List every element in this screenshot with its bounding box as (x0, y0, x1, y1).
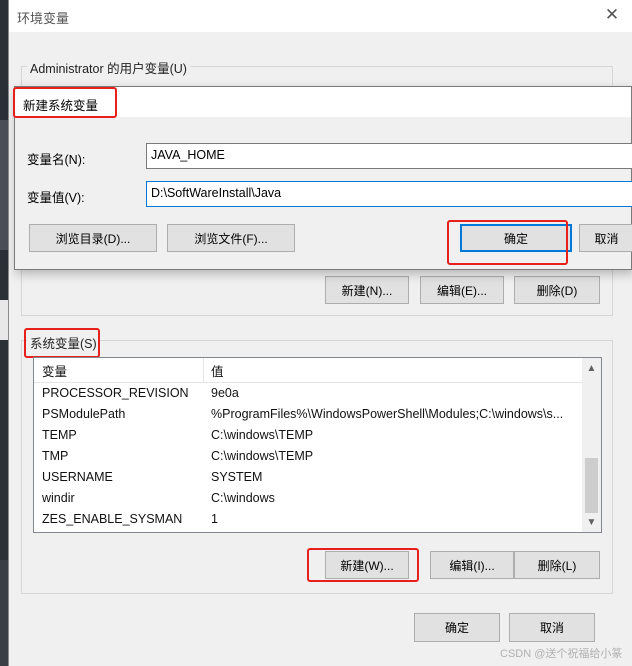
highlight-system-label (24, 328, 100, 358)
table-row[interactable]: PROCESSOR_REVISION 9e0a (34, 383, 582, 404)
browse-directory-button[interactable]: 浏览目录(D)... (29, 224, 157, 252)
window-title: 环境变量 (17, 11, 70, 26)
scroll-thumb[interactable] (585, 458, 598, 513)
system-delete-button[interactable]: 删除(L) (514, 551, 600, 579)
variable-name: PSModulePath (42, 407, 126, 421)
window-title-bar: 环境变量 ✕ (9, 0, 632, 32)
variable-value-label: 变量值(V): (27, 191, 85, 205)
list-header: 变量 值 (34, 358, 582, 383)
watermark: CSDN @送个祝福给小篆 (500, 648, 623, 660)
variable-value: C:\windows (211, 491, 275, 505)
system-edit-button[interactable]: 编辑(I)... (430, 551, 514, 579)
user-new-button[interactable]: 新建(N)... (325, 276, 409, 304)
highlight-dialog-title (13, 87, 117, 118)
variable-name: ZES_ENABLE_SYSMAN (42, 512, 183, 526)
variable-value: 9e0a (211, 386, 239, 400)
highlight-system-new (307, 548, 419, 582)
variable-value: 1 (211, 512, 218, 526)
browse-file-button[interactable]: 浏览文件(F)... (167, 224, 295, 252)
variable-name: TEMP (42, 428, 77, 442)
variable-name: PROCESSOR_REVISION (42, 386, 189, 400)
vertical-scrollbar[interactable]: ▲ ▼ (582, 358, 601, 532)
variable-name: USERNAME (42, 470, 113, 484)
variable-value-input[interactable]: D:\SoftWareInstall\Java (146, 181, 632, 207)
system-variables-list[interactable]: 变量 值 PROCESSOR_REVISION 9e0a PSModulePat… (33, 357, 602, 533)
user-delete-button[interactable]: 删除(D) (514, 276, 600, 304)
user-edit-button[interactable]: 编辑(E)... (420, 276, 504, 304)
table-row[interactable]: USERNAME SYSTEM (34, 467, 582, 488)
variable-name-label: 变量名(N): (27, 153, 86, 167)
table-row[interactable]: PSModulePath %ProgramFiles%\WindowsPower… (34, 404, 582, 425)
column-header-value[interactable]: 值 (211, 361, 224, 380)
variable-value: C:\windows\TEMP (211, 449, 314, 463)
variable-value: SYSTEM (211, 470, 263, 484)
variable-value: %ProgramFiles%\WindowsPowerShell\Modules… (211, 407, 564, 421)
column-header-variable[interactable]: 变量 (42, 361, 67, 380)
variable-name-input[interactable]: JAVA_HOME (146, 143, 632, 169)
chevron-down-icon[interactable]: ▼ (582, 514, 601, 531)
table-row[interactable]: TEMP C:\windows\TEMP (34, 425, 582, 446)
chevron-up-icon[interactable]: ▲ (582, 360, 601, 377)
main-ok-button[interactable]: 确定 (414, 613, 500, 642)
variable-value: C:\windows\TEMP (211, 428, 314, 442)
user-variables-label: Administrator 的用户变量(U) (27, 58, 190, 77)
main-cancel-button[interactable]: 取消 (509, 613, 595, 642)
table-row[interactable]: ZES_ENABLE_SYSMAN 1 (34, 509, 582, 530)
table-row[interactable]: windir C:\windows (34, 488, 582, 509)
background-app-strip (0, 0, 8, 666)
variable-name: TMP (42, 449, 69, 463)
variable-name: windir (42, 491, 75, 505)
highlight-dialog-ok (447, 220, 568, 265)
dialog-cancel-button[interactable]: 取消 (579, 224, 632, 252)
close-icon[interactable]: ✕ (603, 5, 621, 25)
table-row[interactable]: TMP C:\windows\TEMP (34, 446, 582, 467)
